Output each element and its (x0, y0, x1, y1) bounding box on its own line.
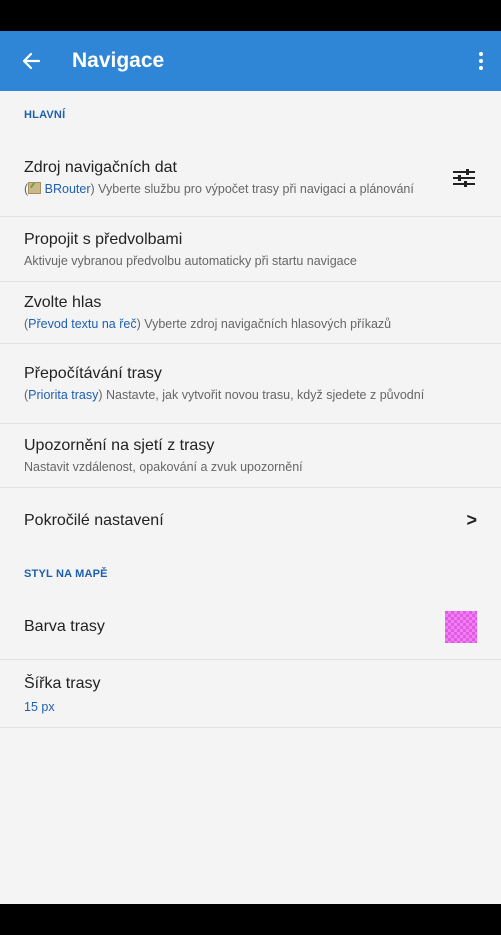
summary-accent: Priorita trasy (28, 388, 99, 402)
summary-accent: Převod textu na řeč (28, 317, 137, 331)
pref-recalculation[interactable]: Přepočítávání trasy (Priorita trasy) Nas… (0, 344, 501, 424)
pref-summary: Nastavit vzdálenost, opakování a zvuk up… (24, 460, 303, 474)
pref-presets[interactable]: Propojit s předvolbami Aktivuje vybranou… (0, 217, 501, 282)
tune-icon[interactable] (451, 167, 477, 189)
pref-title: Šířka trasy (24, 674, 101, 692)
pref-voice[interactable]: Zvolte hlas (Převod textu na řeč) Vybert… (0, 282, 501, 344)
pref-title: Upozornění na sjetí z trasy (24, 437, 215, 454)
arrow-back-icon (22, 52, 41, 70)
pref-advanced-settings[interactable]: Pokročilé nastavení > (0, 488, 501, 553)
pref-summary: (Priorita trasy) Nastavte, jak vytvořit … (24, 387, 477, 403)
pref-title: Propojit s předvolbami (24, 230, 183, 248)
section-header-map-style: STYL NA MAPĚ (24, 568, 108, 580)
pref-summary: ( BRouter) Vyberte službu pro výpočet tr… (24, 181, 439, 197)
pref-title: Barva trasy (24, 618, 105, 635)
color-swatch[interactable] (445, 611, 477, 643)
pref-title: Zdroj navigačních dat (24, 159, 177, 176)
more-vert-icon (479, 52, 483, 70)
pref-summary: (Převod textu na řeč) Vyberte zdroj navi… (24, 316, 477, 332)
app-bar: Navigace (0, 31, 501, 91)
summary-text: Vyberte zdroj navigačních hlasových přík… (140, 317, 392, 331)
pref-route-color[interactable]: Barva trasy (0, 595, 501, 660)
map-icon (28, 182, 42, 194)
back-button[interactable] (0, 31, 56, 91)
pref-route-width[interactable]: Šířka trasy 15 px (0, 660, 501, 728)
pref-title: Pokročilé nastavení (24, 511, 164, 529)
navigation-bar (0, 904, 501, 935)
status-bar (0, 0, 501, 31)
pref-value: 15 px (24, 699, 55, 714)
pref-title: Přepočítávání trasy (24, 365, 162, 382)
page-title: Navigace (72, 49, 165, 72)
pref-off-route-alert[interactable]: Upozornění na sjetí z trasy Nastavit vzd… (0, 424, 501, 488)
summary-accent: BRouter (44, 182, 91, 196)
pref-summary: Aktivuje vybranou předvolbu automaticky … (24, 253, 357, 268)
summary-text: Nastavte, jak vytvořit novou trasu, když… (102, 388, 425, 402)
chevron-right-icon: > (466, 510, 477, 530)
settings-list: HLAVNÍ Zdroj navigačních dat ( BRouter) … (0, 91, 501, 904)
summary-text: Vyberte službu pro výpočet trasy při nav… (94, 182, 414, 196)
pref-nav-source[interactable]: Zdroj navigačních dat ( BRouter) Vyberte… (0, 139, 501, 217)
section-header-main: HLAVNÍ (24, 109, 66, 121)
pref-title: Zvolte hlas (24, 294, 102, 311)
more-options-button[interactable] (461, 31, 501, 91)
